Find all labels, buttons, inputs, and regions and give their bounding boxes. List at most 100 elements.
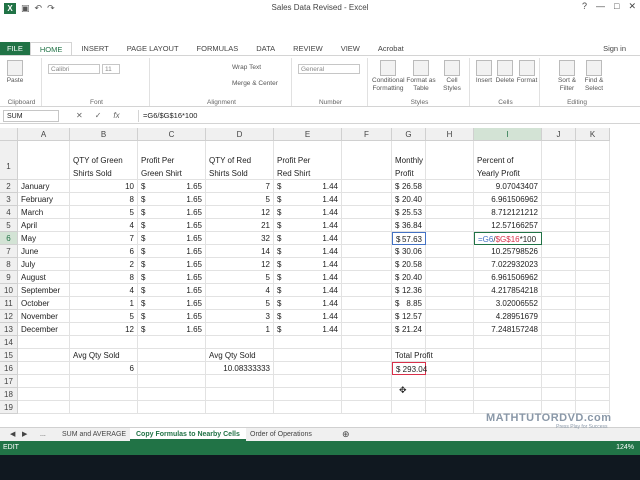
format-cells-button[interactable]: Format bbox=[516, 60, 538, 85]
grid-cell[interactable] bbox=[576, 388, 610, 401]
tab-data[interactable]: DATA bbox=[247, 42, 284, 55]
percent-profit-cell[interactable]: 7.022932023 bbox=[474, 258, 542, 271]
avg-red-label-cell[interactable]: Avg Qty Sold bbox=[206, 349, 274, 362]
grid-cell[interactable] bbox=[542, 141, 576, 180]
green-profit-cell[interactable]: $1.65 bbox=[138, 180, 206, 193]
grid-cell[interactable] bbox=[342, 297, 392, 310]
percent-profit-cell[interactable]: 4.28951679 bbox=[474, 310, 542, 323]
grid-cell[interactable] bbox=[342, 193, 392, 206]
column-heading-cell[interactable]: QTY of Red Shirts Sold bbox=[206, 141, 274, 180]
find-select-button[interactable]: Find & Select bbox=[582, 60, 606, 93]
grid-cell[interactable] bbox=[274, 336, 342, 349]
grid-cell[interactable] bbox=[542, 219, 576, 232]
font-size-select[interactable]: 11 bbox=[102, 64, 120, 74]
percent-profit-cell[interactable]: 4.217854218 bbox=[474, 284, 542, 297]
month-cell[interactable]: August bbox=[18, 271, 70, 284]
grid-cell[interactable] bbox=[274, 375, 342, 388]
month-cell[interactable]: October bbox=[18, 297, 70, 310]
tab-page-layout[interactable]: PAGE LAYOUT bbox=[118, 42, 188, 55]
formula-input[interactable]: =G6/$G$16*100 bbox=[138, 110, 636, 122]
month-cell[interactable]: April bbox=[18, 219, 70, 232]
grid-cell[interactable] bbox=[542, 375, 576, 388]
green-qty-cell[interactable]: 10 bbox=[70, 180, 138, 193]
green-qty-cell[interactable]: 5 bbox=[70, 310, 138, 323]
grid-cell[interactable] bbox=[18, 336, 70, 349]
column-heading-cell[interactable]: Profit Per Green Shirt bbox=[138, 141, 206, 180]
grid-cell[interactable] bbox=[576, 245, 610, 258]
column-heading-cell[interactable]: Percent of Yearly Profit bbox=[474, 141, 542, 180]
grid-cell[interactable] bbox=[426, 141, 474, 180]
row-header[interactable]: 19 bbox=[0, 401, 18, 414]
grid-cell[interactable] bbox=[542, 271, 576, 284]
green-qty-cell[interactable]: 8 bbox=[70, 193, 138, 206]
grid-cell[interactable] bbox=[542, 232, 576, 245]
grid-cell[interactable] bbox=[576, 180, 610, 193]
green-profit-cell[interactable]: $1.65 bbox=[138, 323, 206, 336]
grid-cell[interactable] bbox=[542, 245, 576, 258]
grid-cell[interactable] bbox=[342, 349, 392, 362]
grid-cell[interactable] bbox=[138, 401, 206, 414]
grid-cell[interactable] bbox=[206, 388, 274, 401]
green-qty-cell[interactable]: 6 bbox=[70, 245, 138, 258]
red-profit-cell[interactable]: $1.44 bbox=[274, 310, 342, 323]
select-all-corner[interactable] bbox=[0, 128, 18, 141]
grid-cell[interactable] bbox=[138, 336, 206, 349]
row-header[interactable]: 16 bbox=[0, 362, 18, 375]
grid-cell[interactable] bbox=[426, 310, 474, 323]
grid-cell[interactable] bbox=[138, 388, 206, 401]
wrap-text-button[interactable]: Wrap Text bbox=[232, 64, 261, 72]
grid-cell[interactable] bbox=[576, 258, 610, 271]
grid-cell[interactable] bbox=[18, 141, 70, 180]
red-qty-cell[interactable]: 4 bbox=[206, 284, 274, 297]
sheet-more-button[interactable]: ... bbox=[34, 428, 52, 441]
green-profit-cell[interactable]: $1.65 bbox=[138, 206, 206, 219]
grid-cell[interactable] bbox=[392, 375, 426, 388]
green-profit-cell[interactable]: $1.65 bbox=[138, 219, 206, 232]
row-header[interactable]: 14 bbox=[0, 336, 18, 349]
grid-cell[interactable] bbox=[342, 258, 392, 271]
green-profit-cell[interactable]: $1.65 bbox=[138, 193, 206, 206]
red-profit-cell[interactable]: $1.44 bbox=[274, 232, 342, 245]
grid-cell[interactable] bbox=[206, 375, 274, 388]
red-qty-cell[interactable]: 21 bbox=[206, 219, 274, 232]
monthly-profit-cell[interactable]: $36.84 bbox=[392, 219, 426, 232]
grid-cell[interactable] bbox=[474, 336, 542, 349]
monthly-profit-cell[interactable]: $8.85 bbox=[392, 297, 426, 310]
grid-cell[interactable] bbox=[138, 375, 206, 388]
grid-cell[interactable] bbox=[206, 336, 274, 349]
grid-cell[interactable] bbox=[18, 349, 70, 362]
paste-button[interactable]: Paste bbox=[4, 60, 26, 85]
grid-cell[interactable] bbox=[576, 219, 610, 232]
red-qty-cell[interactable]: 12 bbox=[206, 206, 274, 219]
grid-cell[interactable] bbox=[426, 323, 474, 336]
red-profit-cell[interactable]: $1.44 bbox=[274, 193, 342, 206]
grid-cell[interactable] bbox=[542, 193, 576, 206]
grid-cell[interactable] bbox=[70, 336, 138, 349]
red-profit-cell[interactable]: $1.44 bbox=[274, 284, 342, 297]
grid-cell[interactable] bbox=[474, 375, 542, 388]
grid-cell[interactable] bbox=[392, 401, 426, 414]
sheet-next-icon[interactable]: ▶ bbox=[16, 428, 33, 441]
grid-cell[interactable] bbox=[576, 362, 610, 375]
red-qty-cell[interactable]: 5 bbox=[206, 271, 274, 284]
month-cell[interactable]: September bbox=[18, 284, 70, 297]
red-qty-cell[interactable]: 14 bbox=[206, 245, 274, 258]
red-qty-cell[interactable]: 5 bbox=[206, 193, 274, 206]
red-qty-cell[interactable]: 12 bbox=[206, 258, 274, 271]
grid-cell[interactable] bbox=[274, 349, 342, 362]
grid-cell[interactable] bbox=[138, 349, 206, 362]
minimize-button[interactable]: — bbox=[596, 1, 605, 12]
grid-cell[interactable] bbox=[342, 232, 392, 245]
month-cell[interactable]: November bbox=[18, 310, 70, 323]
row-header[interactable]: 12 bbox=[0, 310, 18, 323]
grid-cell[interactable] bbox=[576, 349, 610, 362]
monthly-profit-cell[interactable]: $20.58 bbox=[392, 258, 426, 271]
grid-cell[interactable] bbox=[274, 388, 342, 401]
column-header[interactable]: F bbox=[342, 128, 392, 141]
red-profit-cell[interactable]: $1.44 bbox=[274, 180, 342, 193]
percent-profit-cell[interactable]: 8.712121212 bbox=[474, 206, 542, 219]
grid-cell[interactable] bbox=[342, 180, 392, 193]
grid-cell[interactable] bbox=[18, 401, 70, 414]
grid-cell[interactable] bbox=[426, 271, 474, 284]
grid-cell[interactable] bbox=[342, 401, 392, 414]
